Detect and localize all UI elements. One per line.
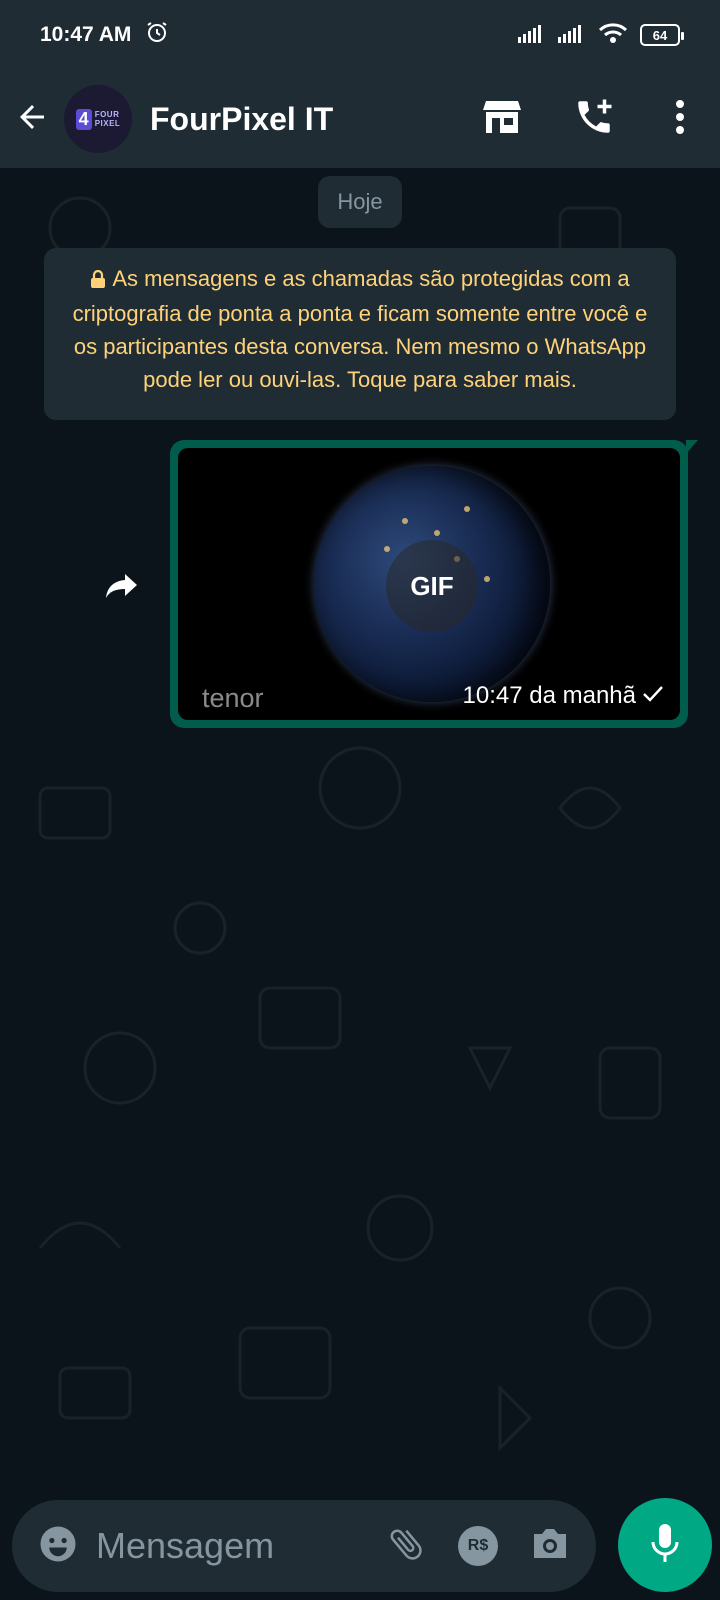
signal-icon: [518, 23, 546, 48]
more-options-button[interactable]: [640, 70, 720, 168]
avatar-wordmark: FOUR PIXEL: [95, 110, 121, 128]
camera-icon: [530, 1526, 570, 1567]
encryption-notice[interactable]: As mensagens e as chamadas são protegida…: [44, 248, 676, 420]
more-vert-icon: [674, 99, 686, 140]
status-time: 10:47 AM: [40, 23, 132, 46]
forward-icon: [105, 572, 139, 605]
store-button[interactable]: [456, 70, 548, 168]
gif-preview[interactable]: GIF tenor 10:47 da manhã: [178, 448, 680, 720]
message-input[interactable]: [96, 1525, 364, 1567]
chat-area[interactable]: Hoje As mensagens e as chamadas são prot…: [0, 168, 720, 1490]
attach-icon: [386, 1524, 426, 1569]
message-bubble-outgoing[interactable]: GIF tenor 10:47 da manhã: [170, 440, 698, 728]
camera-button[interactable]: [520, 1516, 580, 1576]
add-call-icon: [573, 96, 615, 143]
emoji-button[interactable]: [34, 1522, 82, 1570]
gif-play-badge[interactable]: GIF: [386, 540, 478, 632]
encryption-notice-text: As mensagens e as chamadas são protegida…: [72, 266, 648, 392]
status-left: 10:47 AM: [40, 20, 169, 50]
single-check-icon: [642, 682, 664, 710]
battery-icon: 64: [640, 24, 684, 46]
avatar-number: 4: [75, 108, 92, 130]
bubble-tail: [686, 440, 698, 454]
alarm-icon: [145, 20, 169, 50]
forward-button[interactable]: [100, 566, 144, 610]
wifi-icon: [598, 22, 628, 49]
emoji-icon: [37, 1523, 79, 1570]
status-right: 64: [518, 22, 684, 49]
chat-title[interactable]: FourPixel IT: [150, 101, 456, 138]
back-button[interactable]: [0, 70, 64, 168]
avatar-line2: PIXEL: [94, 119, 121, 128]
date-chip: Hoje: [318, 176, 402, 228]
back-arrow-icon: [14, 99, 50, 140]
status-bar: 10:47 AM 64: [0, 0, 720, 70]
tenor-watermark: tenor: [202, 683, 264, 713]
payment-icon: R$: [458, 1526, 498, 1566]
avatar-line1: FOUR: [94, 110, 120, 119]
battery-level: 64: [652, 27, 668, 43]
message-time: 10:47 da manhã: [462, 682, 636, 709]
message-meta: 10:47 da manhã: [463, 682, 664, 710]
add-call-button[interactable]: [548, 70, 640, 168]
store-icon: [482, 99, 522, 140]
attach-button[interactable]: [376, 1516, 436, 1576]
signal-icon: [558, 23, 586, 48]
message-input-bar: R$: [12, 1500, 596, 1592]
avatar[interactable]: 4 FOUR PIXEL: [64, 85, 132, 153]
lock-icon: [90, 264, 106, 297]
chat-header: 4 FOUR PIXEL FourPixel IT: [0, 70, 720, 168]
mic-button[interactable]: [618, 1498, 712, 1592]
payment-button[interactable]: R$: [448, 1516, 508, 1576]
mic-icon: [650, 1522, 680, 1569]
